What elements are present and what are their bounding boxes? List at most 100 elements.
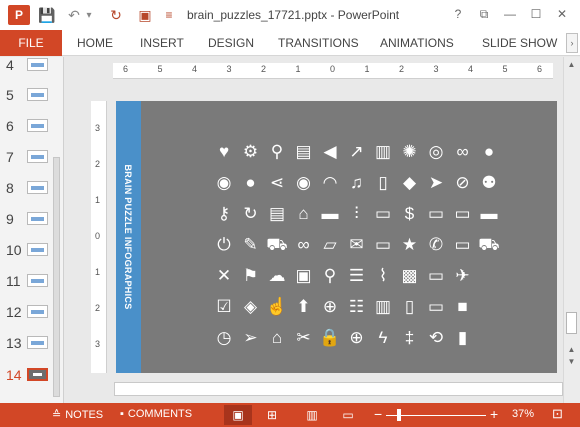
slide-thumbnail-image[interactable] [27,243,48,256]
slide-thumbnails-pane: 4 5 6 7 8 9 10 11 12 13 14 [0,57,64,403]
comments-button[interactable]: ▪ COMMENTS [120,408,192,420]
zoom-slider[interactable] [386,415,486,416]
minimize-icon[interactable]: — [500,4,520,24]
map-icon: ▤ [295,141,312,161]
zoom-in-button[interactable]: + [490,406,498,422]
slide-number: 12 [6,304,22,320]
customize-qat-icon[interactable]: ≡ [162,6,176,24]
group-icon: ⚉ [481,172,497,192]
slide-thumbnail-image[interactable] [27,212,48,225]
battery-charging-icon: ▭ [427,296,445,316]
zoom-level[interactable]: 37% [512,408,534,420]
comments-label: COMMENTS [127,408,193,420]
fit-slide-icon[interactable]: ⊡ [552,406,563,422]
envelope-icon: ✉ [349,234,364,254]
slide-thumbnail-image[interactable] [27,274,48,287]
window-title: brain_puzzles_17721.pptx - PowerPoint [187,8,400,22]
maximize-icon[interactable]: ☐ [526,4,546,24]
tab-home[interactable]: HOME [77,36,113,50]
slide-thumbnail-image[interactable] [27,58,48,71]
slide-number: 11 [6,273,21,289]
ribbon-display-icon[interactable]: ⧉ [474,4,494,24]
cursor-icon: ➤ [428,172,444,192]
powerpoint-logo-icon: P [8,5,30,25]
tab-slide-show[interactable]: SLIDE SHOW [482,36,557,50]
map-pin-icon: ⚲ [270,141,284,161]
comments-icon: ▪ [120,408,124,420]
close-window-icon[interactable]: ✕ [552,4,572,24]
tab-transitions[interactable]: TRANSITIONS [278,36,359,50]
trash-icon: ▥ [374,296,392,316]
notes-icon: ≙ [52,409,62,421]
normal-view-button[interactable]: ▣ [224,405,252,425]
hand-pointer-icon: ☝ [266,296,288,316]
ruler-tick-label: 2 [95,159,101,169]
pencil-icon: ✎ [243,234,258,254]
heart-icon: ♥ [218,141,230,161]
notes-button[interactable]: ≙ NOTES [52,408,103,422]
folder-open-icon: ▱ [323,234,337,254]
next-slide-icon[interactable]: ▼ [566,356,577,367]
slide-thumbnail-image[interactable] [27,88,48,101]
redo-icon[interactable]: ↻ [108,6,124,24]
layers-icon: ◈ [243,296,258,316]
help-icon[interactable]: ? [448,4,468,24]
flag-icon: ⚑ [242,265,259,285]
tab-design[interactable]: DESIGN [208,36,254,50]
ruler-tick-label: 2 [261,64,267,74]
slide-thumbnail-image[interactable] [27,305,48,318]
document-icon: ▤ [268,203,286,223]
thumbnails-scroll-thumb[interactable] [53,157,60,397]
home-icon: ⌂ [271,327,283,347]
scroll-up-icon[interactable]: ▲ [566,59,577,70]
tag-icon: ◆ [402,172,417,192]
slide-thumbnail-image[interactable] [27,336,48,349]
phone-icon: ▯ [378,172,388,192]
battery-empty-icon: ▭ [454,203,471,223]
undo-dropdown-icon[interactable]: ▾ [84,6,94,24]
save-icon[interactable]: 💾 [38,6,56,24]
battery-full-icon: ▮ [457,327,468,347]
slide-thumbnail-image[interactable] [27,368,48,381]
ribbon-scroll-right-icon[interactable]: › [566,33,578,53]
ruler-tick-label: 1 [95,195,101,205]
vertical-scroll-thumb[interactable] [566,312,577,334]
key-icon: ⚷ [217,203,231,223]
current-slide[interactable]: BRAIN PUZZLE INFOGRAPHICS ♥ ⚙ ⚲ ▤ ◀ ↗ ▥ ✺ ◎ ∞ ● ◉ ● ⋖… [116,101,557,373]
slide-number: 9 [6,211,14,227]
slide-sorter-button[interactable]: ⊞ [258,405,286,425]
previous-slide-icon[interactable]: ▲ [566,344,577,355]
list-icon: ☰ [348,265,365,285]
lightning-icon: ϟ [378,327,388,347]
ruler-tick-label: 3 [95,339,101,349]
slideshow-view-button[interactable]: ▭ [334,405,362,425]
clock-icon: ◷ [216,327,232,347]
book-icon: ▯ [404,296,415,316]
ruler-tick-label: 1 [295,64,301,74]
reading-view-button[interactable]: ▥ [298,405,326,425]
slide-number: 13 [6,335,22,351]
paper-plane-icon: ➢ [243,327,258,347]
wifi-icon: ◠ [322,172,338,192]
slide-thumbnail-image[interactable] [27,150,48,163]
power-icon: ⏻ [217,234,231,254]
bar-chart-icon: ▥ [374,141,392,161]
slide-thumbnail-image[interactable] [27,119,48,132]
zoom-slider-knob[interactable] [397,409,401,421]
ribbon-tabs: FILE HOME INSERT DESIGN TRANSITIONS ANIM… [0,30,580,56]
tab-insert[interactable]: INSERT [140,36,184,50]
zoom-out-button[interactable]: − [374,406,382,422]
ruler-tick-label: 2 [95,303,101,313]
start-slideshow-icon[interactable]: ▣ [136,6,154,24]
image-icon: ▩ [401,265,418,285]
slideshow-view-icon: ▭ [342,408,354,422]
slide-side-title[interactable]: BRAIN PUZZLE INFOGRAPHICS [123,164,133,309]
tab-animations[interactable]: ANIMATIONS [380,36,454,50]
telephone-icon: ✆ [428,234,444,254]
undo-icon[interactable]: ↶ [66,6,82,24]
search-icon: ⚲ [323,265,337,285]
horizontal-scrollbar[interactable] [114,382,563,396]
file-tab[interactable]: FILE [0,30,62,56]
slide-thumbnail-image[interactable] [27,181,48,194]
slide-sorter-icon: ⊞ [266,408,278,422]
